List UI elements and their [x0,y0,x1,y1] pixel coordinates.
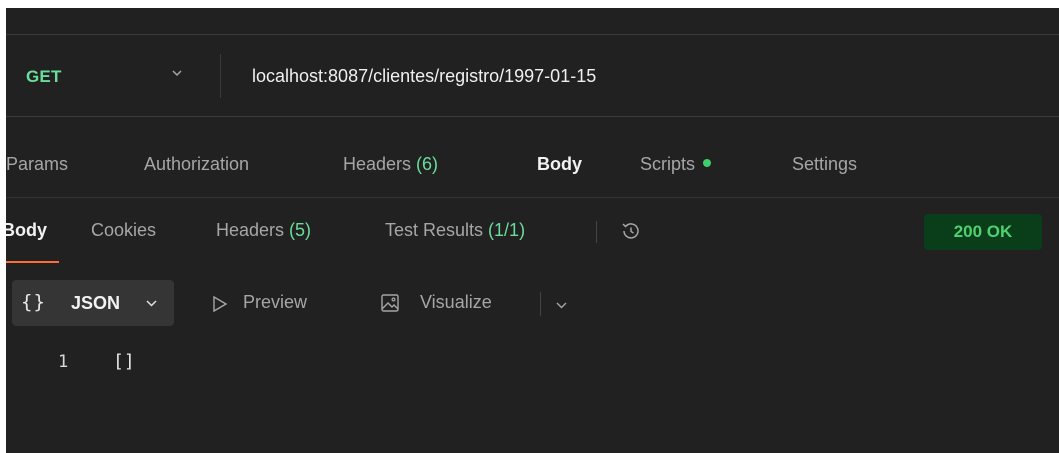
response-tab-test-results[interactable]: Test Results (1/1) [385,220,525,241]
request-tabs: Params Authorization Headers (6) Body Sc… [6,154,1059,182]
image-icon[interactable] [380,293,400,313]
tab-authorization[interactable]: Authorization [144,154,249,175]
response-headers-count: (5) [289,220,312,240]
tab-params[interactable]: Params [6,154,68,175]
chevron-down-icon[interactable] [170,66,184,80]
green-dot-icon [703,159,712,168]
line-number: 1 [58,352,69,372]
url-input[interactable]: localhost:8087/clientes/registro/1997-01… [252,66,596,87]
visualize-divider [540,292,541,316]
url-divider [220,54,221,98]
response-tabs: Body Cookies Headers (5) Test Results (1… [6,220,1059,248]
preview-button[interactable]: Preview [243,292,307,313]
status-badge: 200 OK [924,214,1042,250]
request-tabs-divider [6,197,1059,198]
response-tabs-divider [596,221,597,243]
chevron-down-icon[interactable] [555,299,568,312]
visualize-button[interactable]: Visualize [420,292,492,313]
url-row-divider [6,116,1059,117]
method-selector[interactable]: GET [26,67,62,87]
play-outline-icon[interactable] [211,295,229,313]
response-tab-cookies[interactable]: Cookies [91,220,156,241]
tab-settings[interactable]: Settings [792,154,857,175]
headers-count: (6) [416,154,439,174]
top-divider [6,34,1059,35]
tab-headers[interactable]: Headers (6) [343,154,438,175]
history-icon[interactable] [619,220,641,242]
format-dropdown[interactable]: {} JSON [12,280,174,326]
tab-body[interactable]: Body [537,154,582,175]
postman-window: GET localhost:8087/clientes/registro/199… [6,8,1059,453]
chevron-down-icon [146,300,157,307]
request-url-bar: GET localhost:8087/clientes/registro/199… [6,46,1059,106]
code-line[interactable]: [] [113,351,135,372]
tab-scripts[interactable]: Scripts [640,154,712,175]
response-tab-headers[interactable]: Headers (5) [216,220,311,241]
active-tab-indicator [6,261,59,263]
response-tab-body[interactable]: Body [6,220,47,241]
test-results-count: (1/1) [488,220,526,240]
format-label: JSON [71,293,121,313]
braces-icon: {} [21,291,46,313]
